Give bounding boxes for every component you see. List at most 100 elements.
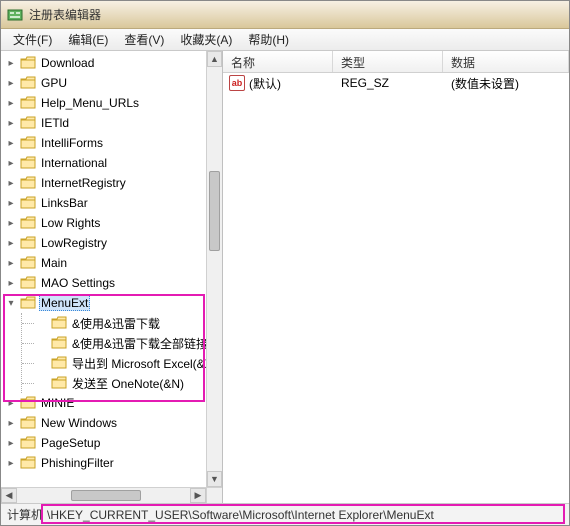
tree-item[interactable]: ▸International [3,153,206,173]
app-icon [7,7,23,23]
tree-item-label: GPU [39,75,69,91]
tree-item[interactable]: ▸ GPU [3,73,206,93]
expander-icon[interactable]: ▸ [5,77,17,89]
tree-item-label: LowRegistry [39,235,109,251]
tree-item[interactable]: ▸ InternetRegistry [3,173,206,193]
window-title: 注册表编辑器 [29,6,101,23]
tree-item[interactable]: ▸ PageSetup [3,433,206,453]
menu-file[interactable]: 文件(F) [5,28,60,51]
expander-icon[interactable]: ▾ [5,297,17,309]
value-name: (默认) [249,75,281,92]
tree-item-label: PhishingFilter [39,455,116,471]
tree-item-label: InternetRegistry [39,175,128,191]
folder-icon [51,336,67,350]
folder-icon [20,96,36,110]
tree-item[interactable]: ▸ Low Rights [3,213,206,233]
tree-item[interactable]: ▸ LowRegistry [3,233,206,253]
tree-item-label: PageSetup [39,435,102,451]
scroll-up-icon[interactable]: ▲ [207,51,222,67]
list-row[interactable]: ab (默认) REG_SZ (数值未设置) [223,73,569,93]
scroll-corner [206,487,222,503]
tree-item[interactable]: 发送至 OneNote(&N) [22,373,206,393]
folder-icon [20,396,36,410]
scroll-thumb-vertical[interactable] [209,171,220,251]
tree-item-label: MINIE [39,395,76,411]
tree-children: &使用&迅雷下载&使用&迅雷下载全部链接导出到 Microsoft Excel(… [21,313,206,393]
expander-icon[interactable]: ▸ [5,457,17,469]
statusbar: 计算机 \HKEY_CURRENT_USER\Software\Microsof… [1,503,569,525]
tree-scroll: ▸ Download ▸ GPU ▸ Help_Menu_URLs ▸ IETld ▸ Intel… [1,51,206,487]
menu-edit[interactable]: 编辑(E) [60,28,116,51]
scroll-thumb-horizontal[interactable] [71,490,141,501]
expander-icon[interactable]: ▸ [5,137,17,149]
tree-item[interactable]: ▸ Main [3,253,206,273]
tree-item-label: Download [39,55,96,71]
scroll-right-icon[interactable]: ▶ [190,488,206,503]
tree-item[interactable]: ▸ MINIE [3,393,206,413]
tree-item[interactable]: ▸ Help_Menu_URLs [3,93,206,113]
column-header-type[interactable]: 类型 [333,51,443,72]
status-path: \HKEY_CURRENT_USER\Software\Microsoft\In… [45,508,436,522]
expander-icon[interactable]: ▸ [5,177,17,189]
tree-item[interactable]: 导出到 Microsoft Excel(&X [22,353,206,373]
scroll-down-icon[interactable]: ▼ [207,471,222,487]
tree-item-label: IETld [39,115,71,131]
tree-item[interactable]: ▸ IETld [3,113,206,133]
folder-icon [20,116,36,130]
tree-item[interactable]: ▸ LinksBar [3,193,206,213]
tree-item-label: Main [39,255,69,271]
titlebar: 注册表编辑器 [1,1,569,29]
folder-icon [51,376,67,390]
tree-horizontal-scrollbar[interactable]: ◀ ▶ [1,487,206,503]
status-prefix: 计算机 [5,506,45,523]
tree-vertical-scrollbar[interactable]: ▲ ▼ [206,51,222,487]
value-type: REG_SZ [333,76,443,90]
expander-icon[interactable]: ▸ [5,237,17,249]
string-value-icon: ab [229,75,245,91]
expander-icon[interactable]: ▸ [5,57,17,69]
expander-icon[interactable]: ▸ [5,277,17,289]
tree-item-label: IntelliForms [39,135,105,151]
tree-item[interactable]: ▸ Download [3,53,206,73]
expander-icon[interactable]: ▸ [5,257,17,269]
tree-item[interactable]: ▸MAO Settings [3,273,206,293]
tree-item-label: New Windows [39,415,119,431]
folder-icon [51,356,67,370]
expander-icon[interactable]: ▸ [5,197,17,209]
expander-icon[interactable]: ▸ [5,397,17,409]
tree-item-label: MenuExt [39,295,90,311]
tree-item[interactable]: ▸ PhishingFilter [3,453,206,473]
list-pane: 名称 类型 数据 ab (默认) REG_SZ (数值未设置) [223,51,569,503]
folder-icon [20,296,36,310]
menubar: 文件(F) 编辑(E) 查看(V) 收藏夹(A) 帮助(H) [1,29,569,51]
tree-item[interactable]: ▸ New Windows [3,413,206,433]
tree-item-label: LinksBar [39,195,90,211]
folder-icon [20,56,36,70]
tree-item-label: Help_Menu_URLs [39,95,141,111]
tree-item[interactable]: ▸ IntelliForms [3,133,206,153]
folder-icon [20,196,36,210]
tree-item[interactable]: ▾ MenuExt [3,293,206,313]
tree-item[interactable]: &使用&迅雷下载 [22,313,206,333]
expander-icon[interactable]: ▸ [5,417,17,429]
expander-icon[interactable]: ▸ [5,437,17,449]
value-name-cell: ab (默认) [223,75,333,92]
menu-view[interactable]: 查看(V) [116,28,172,51]
expander-icon[interactable]: ▸ [5,157,17,169]
folder-icon [20,176,36,190]
tree-item-label: 导出到 Microsoft Excel(&X [70,354,206,373]
menu-help[interactable]: 帮助(H) [240,28,297,51]
tree-item-label: &使用&迅雷下载全部链接 [70,334,206,353]
expander-icon[interactable]: ▸ [5,117,17,129]
scroll-left-icon[interactable]: ◀ [1,488,17,503]
list-header: 名称 类型 数据 [223,51,569,73]
expander-icon[interactable]: ▸ [5,97,17,109]
column-header-data[interactable]: 数据 [443,51,569,72]
folder-icon [20,216,36,230]
tree-item-label: Low Rights [39,215,102,231]
column-header-name[interactable]: 名称 [223,51,333,72]
tree-item-label: 发送至 OneNote(&N) [70,374,186,393]
expander-icon[interactable]: ▸ [5,217,17,229]
tree-item[interactable]: &使用&迅雷下载全部链接 [22,333,206,353]
menu-favorites[interactable]: 收藏夹(A) [172,28,240,51]
